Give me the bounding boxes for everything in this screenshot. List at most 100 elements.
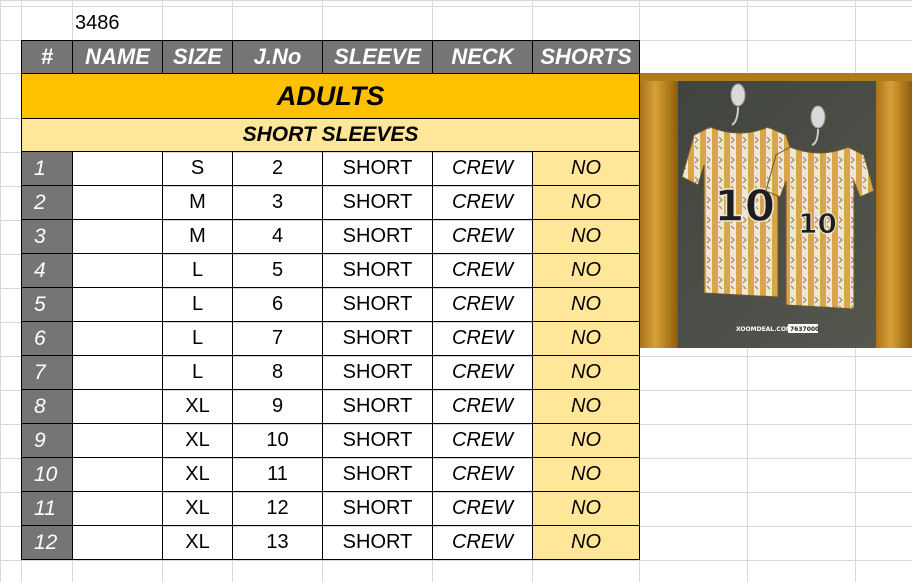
shorts-cell[interactable]: NO [532,389,640,424]
shorts-cell[interactable]: NO [532,151,640,186]
sleeve-cell[interactable]: SHORT [322,185,433,220]
row-number[interactable]: 8 [21,389,73,424]
header-neck[interactable]: NECK [432,40,533,74]
jersey-number-cell[interactable]: 7 [232,321,323,356]
jersey-number-cell[interactable]: 6 [232,287,323,322]
sleeve-cell[interactable]: SHORT [322,321,433,356]
row-number[interactable]: 7 [21,355,73,390]
jersey-number-cell[interactable]: 13 [232,525,323,560]
section-title-adults[interactable]: ADULTS [21,73,640,119]
sleeve-cell[interactable]: SHORT [322,389,433,424]
neck-cell[interactable]: CREW [432,253,533,288]
sleeve-cell[interactable]: SHORT [322,355,433,390]
table-row: 4 L 5 SHORT CREW NO [21,253,640,288]
name-cell[interactable] [72,457,163,492]
sleeve-cell[interactable]: SHORT [322,219,433,254]
name-cell[interactable] [72,253,163,288]
jersey-product-photo[interactable]: 10 10 XOOMDEAL.COM 7637000 [640,73,912,348]
header-jersey-number[interactable]: J.No [232,40,323,74]
jersey-number-cell[interactable]: 9 [232,389,323,424]
size-cell[interactable]: M [162,219,233,254]
sleeve-cell[interactable]: SHORT [322,525,433,560]
jersey-number-cell[interactable]: 12 [232,491,323,526]
header-name[interactable]: NAME [72,40,163,74]
neck-cell[interactable]: CREW [432,151,533,186]
name-cell[interactable] [72,219,163,254]
row-number[interactable]: 5 [21,287,73,322]
table-row: 1 S 2 SHORT CREW NO [21,151,640,186]
neck-cell[interactable]: CREW [432,389,533,424]
sleeve-cell[interactable]: SHORT [322,423,433,458]
header-shorts[interactable]: SHORTS [532,40,640,74]
row-number[interactable]: 4 [21,253,73,288]
name-cell[interactable] [72,525,163,560]
name-cell[interactable] [72,151,163,186]
neck-cell[interactable]: CREW [432,457,533,492]
neck-cell[interactable]: CREW [432,287,533,322]
shorts-cell[interactable]: NO [532,423,640,458]
header-size[interactable]: SIZE [162,40,233,74]
row-number[interactable]: 6 [21,321,73,356]
size-cell[interactable]: M [162,185,233,220]
name-cell[interactable] [72,321,163,356]
header-number[interactable]: # [21,40,73,74]
row-number[interactable]: 12 [21,525,73,560]
size-cell[interactable]: L [162,253,233,288]
name-cell[interactable] [72,355,163,390]
table-row: 2 M 3 SHORT CREW NO [21,185,640,220]
size-cell[interactable]: XL [162,525,233,560]
shorts-cell[interactable]: NO [532,287,640,322]
jersey-number-cell[interactable]: 11 [232,457,323,492]
name-cell[interactable] [72,389,163,424]
shorts-cell[interactable]: NO [532,321,640,356]
jersey-number-cell[interactable]: 10 [232,423,323,458]
size-cell[interactable]: XL [162,423,233,458]
neck-cell[interactable]: CREW [432,525,533,560]
row-number[interactable]: 1 [21,151,73,186]
jersey-number-cell[interactable]: 5 [232,253,323,288]
shorts-cell[interactable]: NO [532,457,640,492]
table-row: 12 XL 13 SHORT CREW NO [21,525,640,560]
row-number[interactable]: 2 [21,185,73,220]
shorts-cell[interactable]: NO [532,491,640,526]
sleeve-cell[interactable]: SHORT [322,491,433,526]
jersey-number-cell[interactable]: 2 [232,151,323,186]
sleeve-cell[interactable]: SHORT [322,287,433,322]
shorts-cell[interactable]: NO [532,525,640,560]
neck-cell[interactable]: CREW [432,185,533,220]
name-cell[interactable] [72,491,163,526]
sleeve-cell[interactable]: SHORT [322,457,433,492]
sleeve-cell[interactable]: SHORT [322,253,433,288]
neck-cell[interactable]: CREW [432,219,533,254]
size-cell[interactable]: L [162,287,233,322]
size-cell[interactable]: S [162,151,233,186]
size-cell[interactable]: XL [162,491,233,526]
size-cell[interactable]: L [162,355,233,390]
neck-cell[interactable]: CREW [432,423,533,458]
name-cell[interactable] [72,287,163,322]
row-number[interactable]: 9 [21,423,73,458]
order-number-cell[interactable]: 3486 [75,6,120,40]
shorts-cell[interactable]: NO [532,253,640,288]
subsection-title-short-sleeves[interactable]: SHORT SLEEVES [21,118,640,152]
shorts-cell[interactable]: NO [532,219,640,254]
header-sleeve[interactable]: SLEEVE [322,40,433,74]
jersey-number-cell[interactable]: 8 [232,355,323,390]
jersey-number-cell[interactable]: 4 [232,219,323,254]
size-cell[interactable]: XL [162,457,233,492]
name-cell[interactable] [72,185,163,220]
shorts-cell[interactable]: NO [532,185,640,220]
row-number[interactable]: 3 [21,219,73,254]
shorts-cell[interactable]: NO [532,355,640,390]
size-cell[interactable]: L [162,321,233,356]
neck-cell[interactable]: CREW [432,321,533,356]
row-number[interactable]: 10 [21,457,73,492]
row-number[interactable]: 11 [21,491,73,526]
jersey-photo-image: 10 10 XOOMDEAL.COM 7637000 [640,73,912,348]
neck-cell[interactable]: CREW [432,355,533,390]
size-cell[interactable]: XL [162,389,233,424]
sleeve-cell[interactable]: SHORT [322,151,433,186]
neck-cell[interactable]: CREW [432,491,533,526]
jersey-number-cell[interactable]: 3 [232,185,323,220]
name-cell[interactable] [72,423,163,458]
